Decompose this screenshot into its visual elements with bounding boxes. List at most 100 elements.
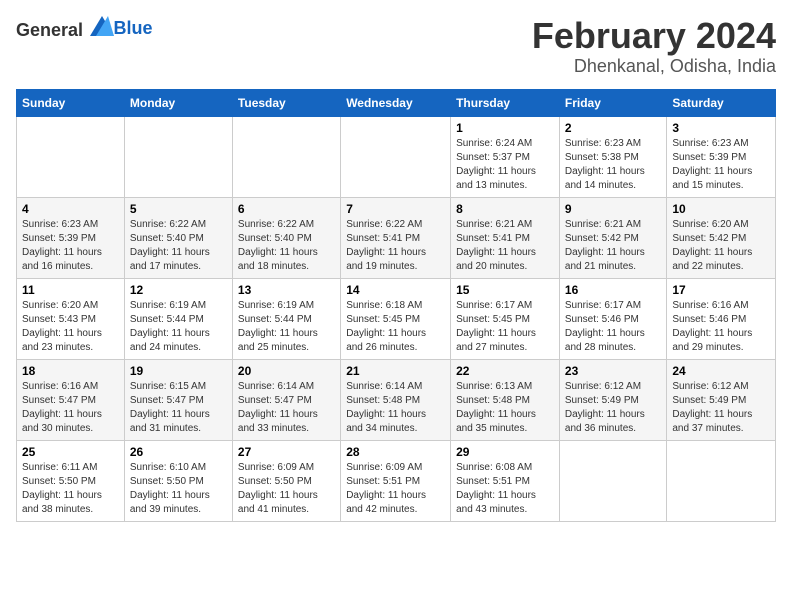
calendar-cell: 14 Sunrise: 6:18 AM Sunset: 5:45 PM Dayli… <box>341 278 451 359</box>
weekday-header-saturday: Saturday <box>667 89 776 116</box>
day-details: Sunrise: 6:19 AM Sunset: 5:44 PM Dayligh… <box>130 299 227 355</box>
day-details: Sunrise: 6:20 AM Sunset: 5:43 PM Dayligh… <box>22 299 119 355</box>
main-title: February 2024 <box>532 16 776 56</box>
day-number: 20 <box>238 364 335 378</box>
day-number: 21 <box>346 364 445 378</box>
weekday-header-friday: Friday <box>559 89 666 116</box>
day-number: 5 <box>130 202 227 216</box>
day-details: Sunrise: 6:09 AM Sunset: 5:51 PM Dayligh… <box>346 461 445 517</box>
calendar-cell: 22Sunrise: 6:13 AM Sunset: 5:48 PM Dayli… <box>451 359 560 440</box>
calendar-cell: 12 Sunrise: 6:19 AM Sunset: 5:44 PM Dayli… <box>124 278 232 359</box>
calendar-cell: 4 Sunrise: 6:23 AM Sunset: 5:39 PM Daylig… <box>17 197 125 278</box>
calendar-cell: 11 Sunrise: 6:20 AM Sunset: 5:43 PM Dayli… <box>17 278 125 359</box>
calendar-cell: 27 Sunrise: 6:09 AM Sunset: 5:50 PM Dayli… <box>232 440 340 521</box>
weekday-header-row: SundayMondayTuesdayWednesdayThursdayFrid… <box>17 89 776 116</box>
header: General Blue February 2024 Dhenkanal, Od… <box>16 16 776 77</box>
calendar-table: SundayMondayTuesdayWednesdayThursdayFrid… <box>16 89 776 522</box>
calendar-cell: 2 Sunrise: 6:23 AM Sunset: 5:38 PM Daylig… <box>559 116 666 197</box>
day-details: Sunrise: 6:17 AM Sunset: 5:46 PM Dayligh… <box>565 299 661 355</box>
calendar-cell <box>17 116 125 197</box>
day-number: 9 <box>565 202 661 216</box>
calendar-cell: 17Sunrise: 6:16 AM Sunset: 5:46 PM Dayli… <box>667 278 776 359</box>
day-number: 2 <box>565 121 661 135</box>
calendar-cell <box>667 440 776 521</box>
day-number: 16 <box>565 283 661 297</box>
logo-blue-text: Blue <box>114 18 153 38</box>
subtitle: Dhenkanal, Odisha, India <box>532 56 776 77</box>
day-details: Sunrise: 6:23 AM Sunset: 5:39 PM Dayligh… <box>22 218 119 274</box>
day-details: Sunrise: 6:09 AM Sunset: 5:50 PM Dayligh… <box>238 461 335 517</box>
day-number: 18 <box>22 364 119 378</box>
day-number: 3 <box>672 121 770 135</box>
day-details: Sunrise: 6:11 AM Sunset: 5:50 PM Dayligh… <box>22 461 119 517</box>
day-details: Sunrise: 6:22 AM Sunset: 5:40 PM Dayligh… <box>130 218 227 274</box>
day-number: 11 <box>22 283 119 297</box>
day-details: Sunrise: 6:15 AM Sunset: 5:47 PM Dayligh… <box>130 380 227 436</box>
day-details: Sunrise: 6:23 AM Sunset: 5:38 PM Dayligh… <box>565 137 661 193</box>
day-number: 22 <box>456 364 554 378</box>
day-number: 8 <box>456 202 554 216</box>
day-number: 17 <box>672 283 770 297</box>
calendar-cell: 29 Sunrise: 6:08 AM Sunset: 5:51 PM Dayli… <box>451 440 560 521</box>
day-number: 29 <box>456 445 554 459</box>
day-number: 1 <box>456 121 554 135</box>
calendar-cell <box>124 116 232 197</box>
day-number: 4 <box>22 202 119 216</box>
calendar-cell: 5 Sunrise: 6:22 AM Sunset: 5:40 PM Daylig… <box>124 197 232 278</box>
day-number: 24 <box>672 364 770 378</box>
day-details: Sunrise: 6:19 AM Sunset: 5:44 PM Dayligh… <box>238 299 335 355</box>
calendar-cell <box>232 116 340 197</box>
calendar-cell: 28 Sunrise: 6:09 AM Sunset: 5:51 PM Dayli… <box>341 440 451 521</box>
calendar-week-5: 25 Sunrise: 6:11 AM Sunset: 5:50 PM Dayli… <box>17 440 776 521</box>
calendar-week-4: 18 Sunrise: 6:16 AM Sunset: 5:47 PM Dayli… <box>17 359 776 440</box>
day-number: 12 <box>130 283 227 297</box>
day-details: Sunrise: 6:17 AM Sunset: 5:45 PM Dayligh… <box>456 299 554 355</box>
day-details: Sunrise: 6:23 AM Sunset: 5:39 PM Dayligh… <box>672 137 770 193</box>
day-details: Sunrise: 6:08 AM Sunset: 5:51 PM Dayligh… <box>456 461 554 517</box>
day-number: 25 <box>22 445 119 459</box>
calendar-cell: 1 Sunrise: 6:24 AM Sunset: 5:37 PM Daylig… <box>451 116 560 197</box>
day-number: 6 <box>238 202 335 216</box>
calendar-cell: 9 Sunrise: 6:21 AM Sunset: 5:42 PM Daylig… <box>559 197 666 278</box>
day-number: 19 <box>130 364 227 378</box>
calendar-cell: 24Sunrise: 6:12 AM Sunset: 5:49 PM Dayli… <box>667 359 776 440</box>
day-number: 10 <box>672 202 770 216</box>
day-number: 26 <box>130 445 227 459</box>
day-details: Sunrise: 6:21 AM Sunset: 5:42 PM Dayligh… <box>565 218 661 274</box>
calendar-cell: 10 Sunrise: 6:20 AM Sunset: 5:42 PM Dayli… <box>667 197 776 278</box>
logo-icon <box>90 16 114 36</box>
weekday-header-monday: Monday <box>124 89 232 116</box>
day-number: 13 <box>238 283 335 297</box>
day-number: 28 <box>346 445 445 459</box>
day-details: Sunrise: 6:20 AM Sunset: 5:42 PM Dayligh… <box>672 218 770 274</box>
day-details: Sunrise: 6:18 AM Sunset: 5:45 PM Dayligh… <box>346 299 445 355</box>
calendar-cell: 25 Sunrise: 6:11 AM Sunset: 5:50 PM Dayli… <box>17 440 125 521</box>
day-details: Sunrise: 6:12 AM Sunset: 5:49 PM Dayligh… <box>565 380 661 436</box>
day-number: 7 <box>346 202 445 216</box>
calendar-cell: 16 Sunrise: 6:17 AM Sunset: 5:46 PM Dayli… <box>559 278 666 359</box>
calendar-cell <box>341 116 451 197</box>
day-details: Sunrise: 6:16 AM Sunset: 5:47 PM Dayligh… <box>22 380 119 436</box>
day-number: 15 <box>456 283 554 297</box>
day-details: Sunrise: 6:24 AM Sunset: 5:37 PM Dayligh… <box>456 137 554 193</box>
weekday-header-thursday: Thursday <box>451 89 560 116</box>
calendar-cell: 15 Sunrise: 6:17 AM Sunset: 5:45 PM Dayli… <box>451 278 560 359</box>
title-area: February 2024 Dhenkanal, Odisha, India <box>532 16 776 77</box>
calendar-week-2: 4 Sunrise: 6:23 AM Sunset: 5:39 PM Daylig… <box>17 197 776 278</box>
calendar-cell: 8 Sunrise: 6:21 AM Sunset: 5:41 PM Daylig… <box>451 197 560 278</box>
calendar-cell: 18 Sunrise: 6:16 AM Sunset: 5:47 PM Dayli… <box>17 359 125 440</box>
day-details: Sunrise: 6:10 AM Sunset: 5:50 PM Dayligh… <box>130 461 227 517</box>
day-number: 27 <box>238 445 335 459</box>
calendar-cell: 6 Sunrise: 6:22 AM Sunset: 5:40 PM Daylig… <box>232 197 340 278</box>
calendar-cell: 13 Sunrise: 6:19 AM Sunset: 5:44 PM Dayli… <box>232 278 340 359</box>
day-details: Sunrise: 6:21 AM Sunset: 5:41 PM Dayligh… <box>456 218 554 274</box>
day-number: 23 <box>565 364 661 378</box>
calendar-cell: 20Sunrise: 6:14 AM Sunset: 5:47 PM Dayli… <box>232 359 340 440</box>
calendar-cell: 23 Sunrise: 6:12 AM Sunset: 5:49 PM Dayli… <box>559 359 666 440</box>
calendar-cell <box>559 440 666 521</box>
day-details: Sunrise: 6:22 AM Sunset: 5:40 PM Dayligh… <box>238 218 335 274</box>
calendar-cell: 3 Sunrise: 6:23 AM Sunset: 5:39 PM Daylig… <box>667 116 776 197</box>
day-number: 14 <box>346 283 445 297</box>
logo-general-text: General <box>16 20 83 40</box>
calendar-week-3: 11 Sunrise: 6:20 AM Sunset: 5:43 PM Dayli… <box>17 278 776 359</box>
